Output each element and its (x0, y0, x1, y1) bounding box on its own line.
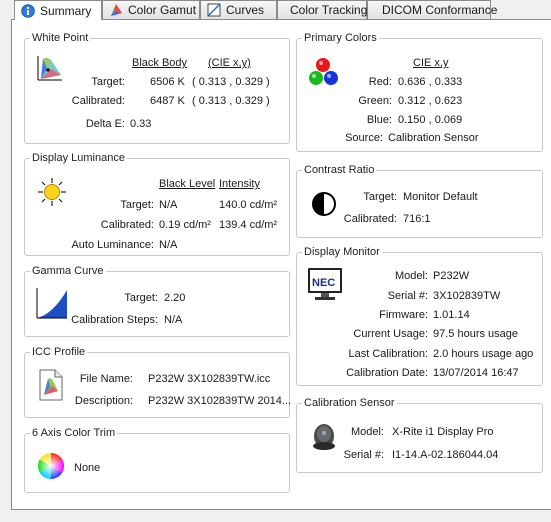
cie-header: (CIE x,y) (208, 57, 251, 69)
blue-value: 0.150 , 0.069 (398, 114, 463, 126)
group-title: Primary Colors (302, 32, 379, 44)
current-usage-value: 97.5 hours usage (433, 328, 519, 340)
black-body-header: Black Body (132, 57, 188, 69)
source-value: Calibration Sensor (388, 132, 479, 144)
primary-colors-group: Primary Colors CIE x,y Red: 0.636 , 0.33… (296, 32, 543, 152)
description-label: Description: (74, 395, 133, 407)
calibrated-xy: ( 0.313 , 0.329 ) (192, 95, 270, 107)
calibration-steps-value: N/A (164, 314, 183, 326)
group-title: Gamma Curve (30, 265, 106, 277)
blue-label: Blue: (366, 114, 392, 126)
tab-dicom-conformance[interactable]: DICOM Conformance (367, 0, 497, 19)
six-axis-color-trim-group: 6 Axis Color Trim None (24, 427, 290, 493)
target-kelvin: 6506 K (150, 76, 185, 88)
target-label: Target: (363, 191, 397, 203)
auto-luminance-value: N/A (159, 239, 178, 251)
tab-color-tracking[interactable]: Color Tracking (277, 0, 367, 19)
intensity-header: Intensity (219, 178, 260, 190)
target-black-level: N/A (159, 199, 178, 211)
target-gamma: 2.20 (164, 292, 186, 304)
sensor-model-label: Model: (350, 426, 384, 438)
rgb-primaries-icon (307, 57, 341, 92)
white-point-group: White Point Black Body (CIE x,y) Target:… (24, 32, 290, 144)
target-label: Target: (124, 292, 158, 304)
tab-label: DICOM Conformance (382, 3, 498, 17)
target-label: Target: (120, 199, 154, 211)
tab-label: Color Tracking (290, 3, 368, 17)
cie-header: CIE x,y (413, 57, 449, 69)
target-label: Target: (91, 76, 125, 88)
gamut-icon (109, 3, 123, 17)
contrast-ratio-group: Contrast Ratio Target: Monitor Default C… (296, 164, 543, 238)
calibrated-kelvin: 6487 K (150, 95, 185, 107)
calibration-steps-label: Calibration Steps: (71, 314, 158, 326)
curves-icon (207, 3, 221, 17)
serial-label: Serial #: (387, 290, 428, 302)
last-calibration-value: 2.0 hours usage ago (433, 348, 534, 360)
calibrated-intensity: 139.4 cd/m² (219, 219, 278, 231)
red-label: Red: (368, 76, 392, 88)
calibration-date-value: 13/07/2014 16:47 (433, 367, 519, 379)
calibration-date-label: Calibration Date: (346, 367, 428, 379)
tab-label: Summary (40, 3, 92, 18)
firmware-value: 1.01.14 (433, 309, 470, 321)
calibrated-label: Calibrated: (343, 213, 397, 225)
group-title: Contrast Ratio (302, 164, 377, 176)
firmware-label: Firmware: (379, 309, 428, 321)
green-value: 0.312 , 0.623 (398, 95, 463, 107)
group-title: Calibration Sensor (302, 397, 397, 409)
display-monitor-group: Display Monitor NEC Model: P232W Serial … (296, 246, 543, 386)
delta-e-value: 0.33 (130, 118, 152, 130)
sensor-serial-label: Serial #: (343, 449, 384, 461)
file-name-value: P232W 3X102839TW.icc (148, 373, 271, 385)
calibration-sensor-group: Calibration Sensor Model: X-Rite i1 Disp… (296, 397, 543, 473)
tab-label: Color Gamut (128, 3, 197, 17)
tab-label: Curves (226, 3, 265, 17)
calibrated-black-level: 0.19 cd/m² (159, 219, 211, 231)
six-axis-value: None (74, 462, 101, 474)
green-label: Green: (358, 95, 392, 107)
red-value: 0.636 , 0.333 (398, 76, 463, 88)
calibrated-label: Calibrated: (71, 95, 125, 107)
tab-bar: Color Tracking DICOM Conformance Curves … (0, 0, 551, 20)
info-icon (21, 3, 35, 18)
group-title: 6 Axis Color Trim (30, 427, 118, 439)
sensor-model-value: X-Rite i1 Display Pro (392, 426, 494, 438)
target-xy: ( 0.313 , 0.329 ) (192, 76, 270, 88)
black-level-header: Black Level (159, 178, 216, 190)
display-luminance-group: Display Luminance Black Level Intensity … (24, 152, 290, 256)
current-usage-label: Current Usage: (353, 328, 428, 340)
cie-diagram-icon (37, 55, 63, 84)
last-calibration-label: Last Calibration: (348, 348, 429, 360)
sun-icon (37, 177, 67, 210)
target-value: Monitor Default (403, 191, 478, 203)
window-bottom-edge (0, 510, 551, 522)
auto-luminance-label: Auto Luminance: (71, 239, 154, 251)
tab-summary[interactable]: Summary (14, 0, 102, 20)
sensor-serial-value: I1-14.A-02.186044.04 (392, 449, 499, 461)
calibrated-label: Calibrated: (100, 219, 154, 231)
icc-document-icon (38, 369, 64, 404)
group-title: ICC Profile (30, 346, 88, 358)
sensor-device-icon (311, 422, 337, 457)
tab-curves[interactable]: Curves (200, 0, 277, 19)
group-title: White Point (30, 32, 91, 44)
target-intensity: 140.0 cd/m² (219, 199, 278, 211)
description-value: P232W 3X102839TW 2014... (148, 395, 292, 407)
tab-color-gamut[interactable]: Color Gamut (102, 0, 200, 19)
color-wheel-icon (37, 452, 65, 483)
delta-e-label: Delta E: (85, 118, 125, 130)
serial-value: 3X102839TW (433, 290, 501, 302)
calibrated-value: 716:1 (403, 213, 431, 225)
group-title: Display Monitor (302, 246, 382, 258)
icc-profile-group: ICC Profile File Name: P232W 3X102839TW.… (24, 346, 292, 418)
model-value: P232W (433, 270, 470, 282)
group-title: Display Luminance (30, 152, 127, 164)
gamma-curve-group: Gamma Curve Target: 2.20 Calibration Ste… (24, 265, 290, 337)
summary-panel: White Point Black Body (CIE x,y) Target:… (11, 19, 551, 510)
file-name-label: File Name: (79, 373, 133, 385)
model-label: Model: (394, 270, 428, 282)
source-label: Source: (345, 132, 383, 144)
